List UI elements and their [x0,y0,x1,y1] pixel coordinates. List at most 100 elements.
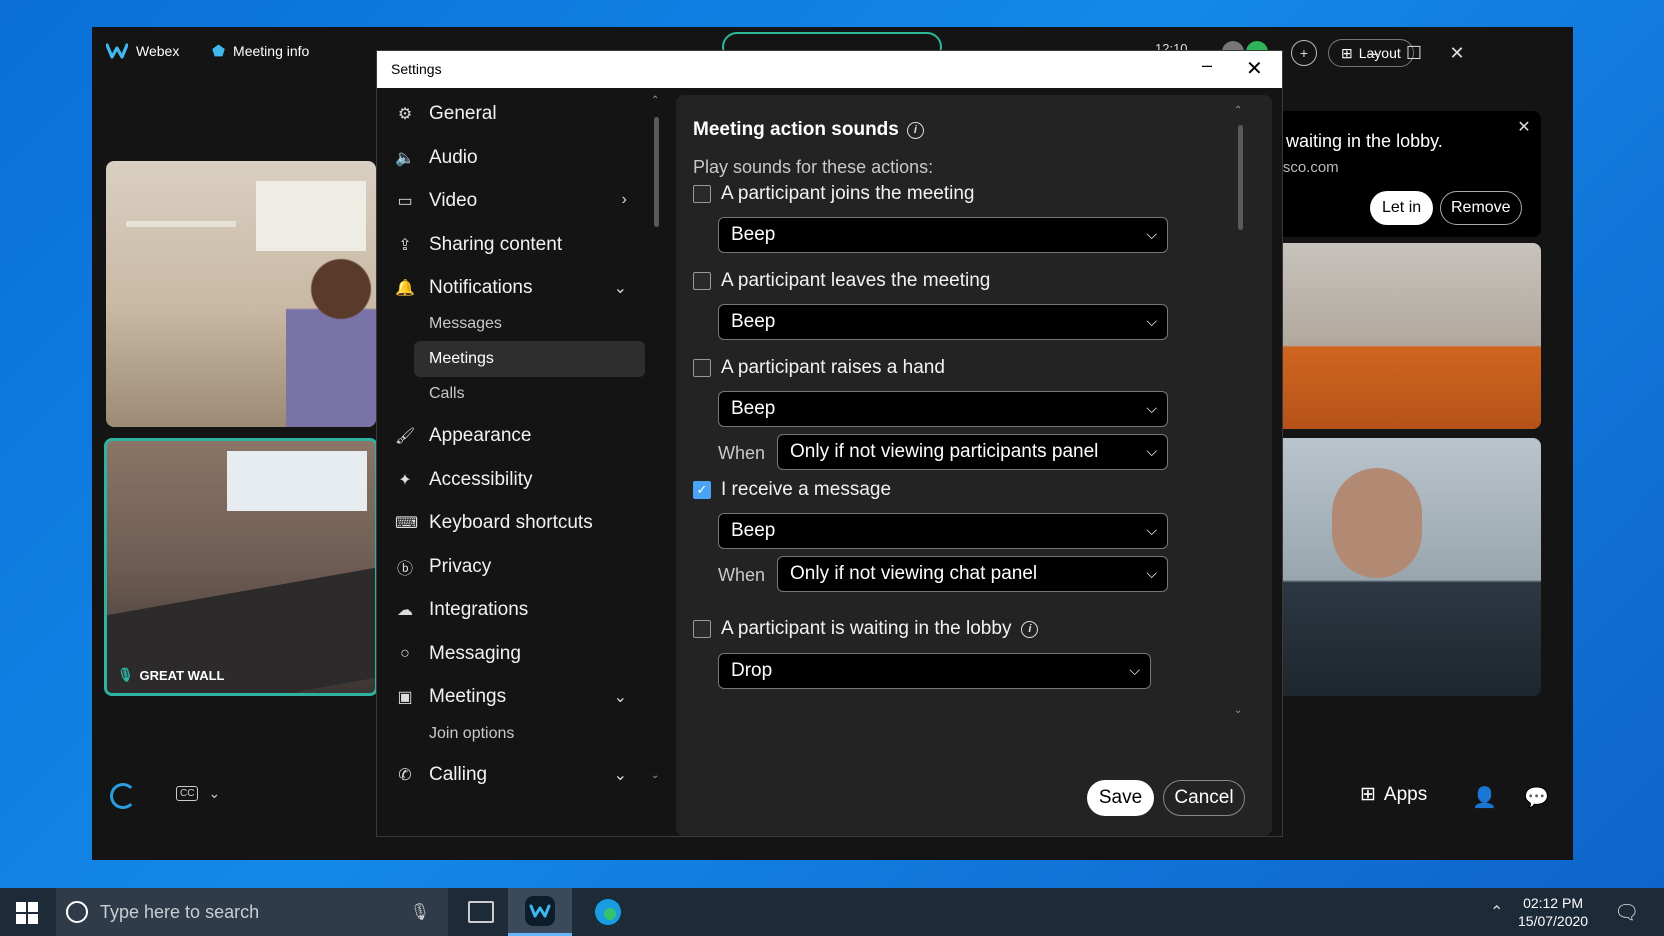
action-label: A participant joins the meeting [721,183,975,204]
video-tile-room[interactable]: 🎙 GREAT WALL [104,438,378,696]
video-tile-participant[interactable] [1272,243,1541,429]
action-leaves[interactable]: A participant leaves the meeting [693,270,990,292]
nav-item-notifications[interactable]: 🔔 Notifications ⌄ [395,270,635,306]
scrollbar-thumb[interactable] [654,117,659,227]
nav-item-calling[interactable]: ✆ Calling ⌄ [395,757,635,793]
chevron-up-icon[interactable]: ⌃ [1490,902,1503,922]
taskbar-edge[interactable] [576,888,640,936]
cancel-button[interactable]: Cancel [1163,780,1245,816]
action-raises-hand[interactable]: A participant raises a hand [693,357,945,379]
minimize-icon[interactable]: – [1202,55,1212,76]
nav-item-video[interactable]: ▭ Video › [395,183,635,219]
apps-button[interactable]: ⊞ Apps [1360,783,1427,806]
checkbox-checked[interactable]: ✓ [693,481,711,499]
checkbox[interactable] [693,272,711,290]
add-icon[interactable]: + [1291,40,1317,66]
sound-select[interactable]: Beep ⌵ [718,391,1168,427]
captions-icon: CC [176,786,199,801]
assistant-icon[interactable] [110,783,136,809]
tile-label: 🎙 GREAT WALL [117,667,225,683]
taskbar-webex[interactable] [508,888,572,936]
nav-scrollbar[interactable]: ⌃ ⌄ [651,95,661,835]
scroll-up-icon[interactable]: ⌃ [1234,105,1242,116]
participant-video [1332,468,1422,578]
settings-nav: ⚙ General 🔈 Audio ▭ Video › ⇪ Sharing co… [377,88,645,836]
nav-item-sharing[interactable]: ⇪ Sharing content [395,227,635,263]
nav-item-appearance[interactable]: 🖌 Appearance [395,418,635,454]
settings-title: Settings [391,61,442,77]
scroll-down-icon[interactable]: ⌄ [651,770,659,781]
action-joins[interactable]: A participant joins the meeting [693,183,975,205]
participants-icon[interactable]: 👤 [1472,785,1497,810]
chevron-down-icon: ⌄ [613,689,627,706]
nav-item-integrations[interactable]: ☁ Integrations [395,592,635,628]
chevron-down-icon: ⌵ [1146,313,1157,329]
tile-label-text: GREAT WALL [139,667,225,683]
captions-button[interactable]: CC ⌄ [176,785,220,802]
microphone-icon[interactable]: 🎙 [410,902,430,922]
info-icon[interactable]: i [906,121,924,139]
nav-item-messaging[interactable]: ○ Messaging [395,636,635,672]
when-select[interactable]: Only if not viewing chat panel ⌵ [777,556,1168,592]
taskbar-clock[interactable]: 02:12 PM 15/07/2020 [1518,894,1588,930]
select-value: Beep [731,520,776,541]
nav-item-audio[interactable]: 🔈 Audio [395,140,635,176]
sound-select[interactable]: Drop ⌵ [718,653,1151,689]
nav-item-keyboard[interactable]: ⌨ Keyboard shortcuts [395,505,635,541]
meeting-info-button[interactable]: ⬟ Meeting info [212,42,309,60]
nav-sub-calls[interactable]: Calls [429,378,465,410]
chevron-down-icon: ⌵ [1146,400,1157,416]
close-icon[interactable]: ✕ [1446,42,1468,64]
clock-date: 15/07/2020 [1518,913,1589,929]
video-tile-participant[interactable] [106,161,376,427]
nav-item-meetings[interactable]: ▣ Meetings ⌄ [395,679,635,715]
nav-item-label: Sharing content [429,234,563,255]
section-title-text: Meeting action sounds [693,119,899,140]
taskbar: Type here to search 🎙 ⌃ 02:12 PM 15/07/2… [0,888,1664,936]
chevron-down-icon: ⌄ [613,767,627,784]
windows-start-icon[interactable] [16,902,38,924]
checkbox[interactable] [693,185,711,203]
taskbar-search[interactable]: Type here to search 🎙 [56,888,448,936]
remove-button[interactable]: Remove [1440,191,1522,225]
nav-item-general[interactable]: ⚙ General [395,96,635,132]
chat-icon[interactable]: 💬 [1524,785,1549,810]
webex-app-icon [525,895,555,926]
nav-item-privacy[interactable]: ⓑ Privacy [395,549,635,585]
cortana-icon [66,901,88,923]
scroll-down-icon[interactable]: ⌄ [1234,705,1242,716]
checkbox[interactable] [693,359,711,377]
let-in-button[interactable]: Let in [1370,191,1434,225]
nav-item-accessibility[interactable]: ✦ Accessibility [395,462,635,498]
action-lobby[interactable]: A participant is waiting in the lobby i [693,618,1039,640]
settings-content: Meeting action sounds i Play sounds for … [676,95,1272,836]
minimize-icon[interactable]: – [1362,42,1384,64]
task-view-icon[interactable] [468,901,494,923]
action-receive-message[interactable]: ✓ I receive a message [693,479,891,501]
nav-sub-meetings[interactable]: Meetings [414,341,645,377]
notification-icon[interactable]: 🗨 [1614,900,1639,925]
nav-sub-messages[interactable]: Messages [429,308,502,340]
sound-select[interactable]: Beep ⌵ [718,217,1168,253]
webex-app-name: Webex [136,43,180,59]
nav-item-label: Integrations [429,599,529,620]
search-placeholder: Type here to search [100,901,260,922]
scrollbar-thumb[interactable] [1238,125,1243,230]
sound-select[interactable]: Beep ⌵ [718,304,1168,340]
webex-logo-icon [106,43,128,59]
sound-select[interactable]: Beep ⌵ [718,513,1168,549]
scroll-up-icon[interactable]: ⌃ [651,95,659,106]
info-icon[interactable]: i [1021,620,1039,638]
save-button[interactable]: Save [1087,780,1154,816]
calendar-icon: ▣ [397,689,413,706]
nav-sub-join-options[interactable]: Join options [429,718,514,750]
speaker-icon: 🔈 [395,150,415,167]
checkbox[interactable] [693,620,711,638]
content-scrollbar[interactable]: ⌃ ⌄ [1234,105,1246,735]
video-tile-participant[interactable] [1272,438,1541,696]
maximize-icon[interactable]: ☐ [1403,42,1425,64]
close-icon[interactable]: ✕ [1246,56,1263,81]
close-icon[interactable]: ✕ [1515,119,1533,137]
when-select[interactable]: Only if not viewing participants panel ⌵ [777,434,1168,470]
nav-item-label: Video [429,190,478,211]
